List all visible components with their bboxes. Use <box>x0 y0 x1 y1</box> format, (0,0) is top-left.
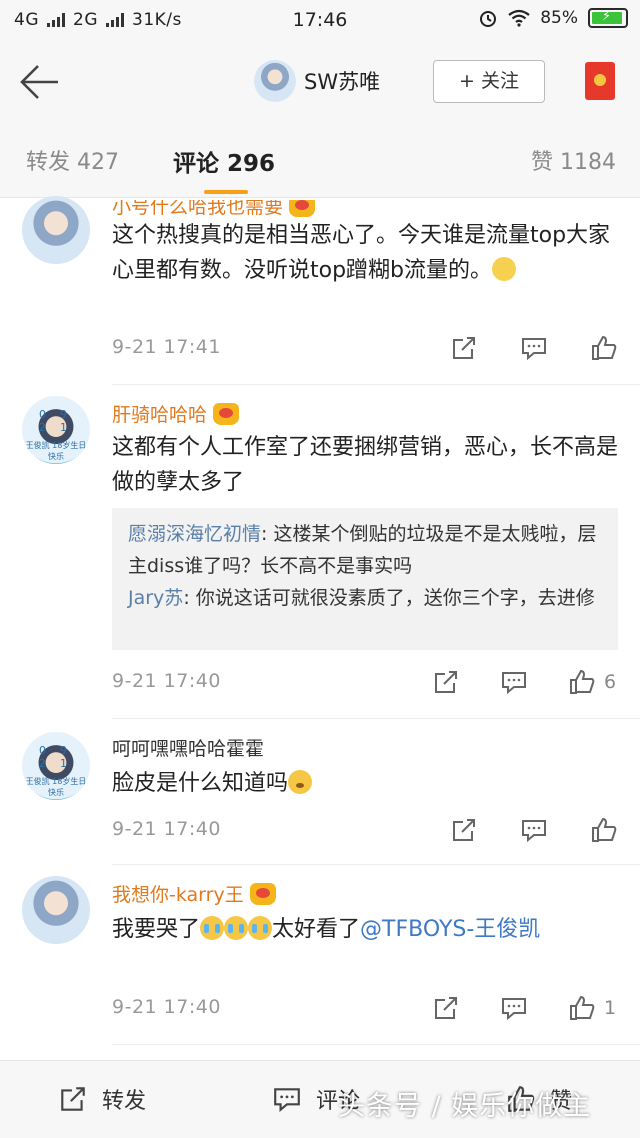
comment-time: 9-21 17:40 <box>112 818 221 840</box>
crown-icon <box>213 402 240 425</box>
status-bar: 4G 2G 31K/s 17:46 85% ⚡ <box>0 0 640 40</box>
bottom-repost-button[interactable]: 转发 <box>58 1083 146 1115</box>
comment-divider <box>112 1044 640 1045</box>
comment-time: 9-21 17:41 <box>112 336 221 358</box>
comment-divider <box>112 864 640 865</box>
comment-item: 小号什么哈我也需要 这个热搜真的是相当恶心了。今天谁是流量top大家心里都有数。… <box>0 188 640 385</box>
comment-actions <box>450 334 626 362</box>
like-icon[interactable] <box>568 994 596 1022</box>
tab-repost[interactable]: 转发 427 <box>26 144 119 176</box>
reply-text: 你说这话可就很没素质了，送你三个字，去进修 <box>195 587 595 609</box>
comment-item: 09 21 王俊凯 18岁生日快乐 肝骑哈哈哈 这都有个人工作室了还要捆绑营销，… <box>0 390 640 720</box>
share-icon[interactable] <box>432 994 460 1022</box>
comment-icon[interactable] <box>520 334 548 362</box>
commenter-avatar[interactable] <box>22 876 90 944</box>
comment-icon[interactable] <box>500 994 528 1022</box>
comment-icon <box>274 1088 300 1113</box>
crying-emoji-icon <box>248 916 273 940</box>
reply-item: 愿溺深海忆初情: 这楼某个倒贴的垃圾是不是太贱啦，层主diss谁了吗？长不高不是… <box>128 523 597 577</box>
battery-percent: 85% <box>540 8 578 28</box>
crying-emoji-icon <box>224 916 249 940</box>
reply-user[interactable]: 愿溺深海忆初情 <box>128 523 261 545</box>
comment-actions: 1 <box>432 994 616 1022</box>
comment-actions <box>450 816 626 844</box>
red-packet-icon[interactable] <box>585 62 615 100</box>
wifi-icon <box>508 9 530 27</box>
comment-item: 我想你-karry王 我要哭了 太好看了@TFBOYS-王俊凯 9-21 17:4… <box>0 870 640 1050</box>
share-icon <box>61 1087 85 1111</box>
like-icon[interactable] <box>568 668 596 696</box>
commenter-avatar[interactable]: 09 21 王俊凯 18岁生日快乐 <box>22 732 90 800</box>
commenter-name[interactable]: 肝骑哈哈哈 <box>112 400 240 427</box>
reply-box[interactable]: 愿溺深海忆初情: 这楼某个倒贴的垃圾是不是太贱啦，层主diss谁了吗？长不高不是… <box>112 508 618 650</box>
reply-user[interactable]: Jary苏 <box>128 587 183 609</box>
tab-like[interactable]: 赞 1184 <box>531 144 616 176</box>
share-icon[interactable] <box>450 816 478 844</box>
mention-link[interactable]: @TFBOYS-王俊凯 <box>360 917 540 942</box>
tab-bar: 转发 427 评论 296 赞 1184 <box>0 122 640 198</box>
comment-text: 脸皮是什么知道吗 <box>112 766 622 801</box>
crown-icon <box>249 882 276 905</box>
watermark-text: 头条号 / 娱乐你做主 <box>338 1091 592 1122</box>
header-username[interactable]: SW苏唯 <box>304 66 380 96</box>
back-arrow-icon[interactable] <box>14 58 62 106</box>
comment-text: 这都有个人工作室了还要捆绑营销，恶心，长不高是做的孽太多了 <box>112 435 619 495</box>
share-icon[interactable] <box>432 668 460 696</box>
comment-time: 9-21 17:40 <box>112 670 221 692</box>
commenter-avatar[interactable]: 09 21 王俊凯 18岁生日快乐 <box>22 396 90 464</box>
comment-divider <box>112 718 640 719</box>
crown-icon <box>289 200 316 217</box>
share-icon[interactable] <box>450 334 478 362</box>
comment-actions: 6 <box>432 668 616 696</box>
comment-divider <box>112 384 640 385</box>
tab-comment[interactable]: 评论 296 <box>173 144 275 178</box>
emoji-icon <box>492 257 517 281</box>
thinking-emoji-icon <box>288 770 313 794</box>
comment-text: 我要哭了 太好看了@TFBOYS-王俊凯 <box>112 916 541 942</box>
commenter-name[interactable]: 呵呵嘿嘿哈哈霍霍 <box>112 734 264 761</box>
like-icon[interactable] <box>590 816 618 844</box>
follow-button[interactable]: + 关注 <box>433 60 545 103</box>
comment-text: 这个热搜真的是相当恶心了。今天谁是流量top大家心里都有数。没听说top蹭糊b流… <box>112 223 611 283</box>
comment-item: 09 21 王俊凯 18岁生日快乐 呵呵嘿嘿哈哈霍霍 脸皮是什么知道吗 9-21… <box>0 726 640 866</box>
comment-icon[interactable] <box>500 668 528 696</box>
comment-time: 9-21 17:40 <box>112 996 221 1018</box>
reply-item: Jary苏: 你说这话可就很没素质了，送你三个字，去进修 <box>128 587 595 609</box>
commenter-name[interactable]: 我想你-karry王 <box>112 880 276 907</box>
status-right: 85% ⚡ <box>478 8 628 28</box>
like-icon[interactable] <box>590 334 618 362</box>
commenter-avatar[interactable] <box>22 196 90 264</box>
bottom-repost-label: 转发 <box>102 1089 147 1114</box>
like-count: 6 <box>604 671 617 693</box>
comment-icon[interactable] <box>520 816 548 844</box>
commenter-name[interactable]: 小号什么哈我也需要 <box>112 200 316 219</box>
header-avatar[interactable] <box>254 60 296 102</box>
battery-icon: ⚡ <box>588 8 628 28</box>
alarm-icon <box>480 11 497 27</box>
crying-emoji-icon <box>200 916 225 940</box>
like-count: 1 <box>604 997 617 1019</box>
